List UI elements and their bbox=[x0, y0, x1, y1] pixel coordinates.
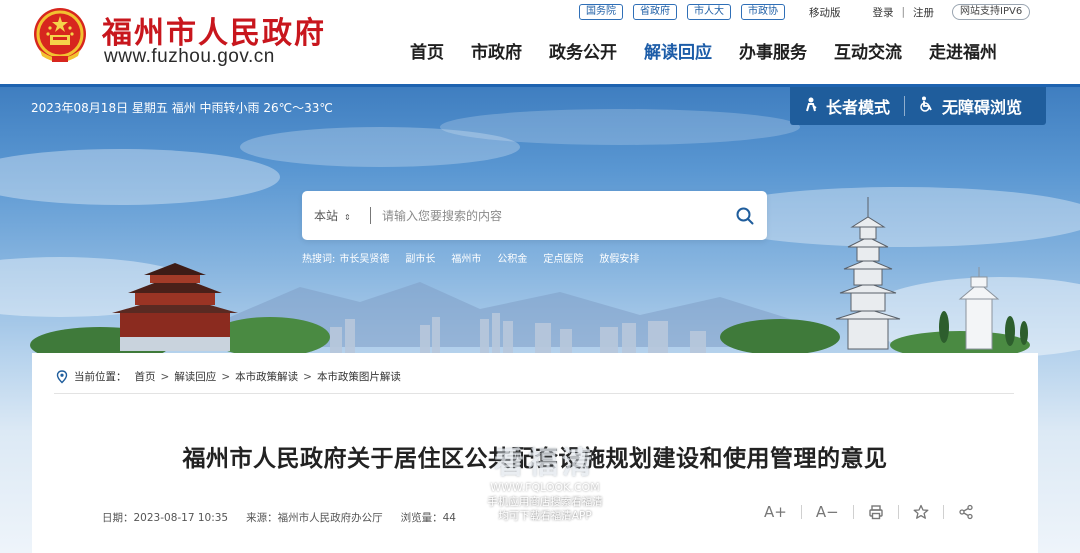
nav-interaction[interactable]: 互动交流 bbox=[834, 40, 902, 66]
hot-word[interactable]: 放假安排 bbox=[599, 250, 639, 265]
breadcrumb: 当前位置： 首页 > 解读回应 > 本市政策解读 > 本市政策图片解读 bbox=[56, 369, 401, 384]
site-header: 福州市人民政府 www.fuzhou.gov.cn 国务院 省政府 市人大 市政… bbox=[0, 0, 1080, 84]
hot-word[interactable]: 公积金 bbox=[497, 250, 527, 265]
hot-word[interactable]: 副市长 bbox=[405, 250, 435, 265]
tool-divider bbox=[852, 505, 854, 519]
search-box: 本站 ⇕ bbox=[302, 191, 767, 240]
nav-interpretation[interactable]: 解读回应 bbox=[644, 40, 712, 66]
link-cppcc[interactable]: 市政协 bbox=[741, 4, 785, 20]
register-link[interactable]: 注册 bbox=[913, 5, 934, 20]
article-meta: 日期：2023-08-17 10:35 来源：福州市人民政府办公厅 浏览量：44 bbox=[102, 510, 474, 525]
top-links: 国务院 省政府 市人大 市政协 移动版 登录 | 注册 网站支持IPV6 bbox=[579, 3, 1031, 21]
breadcrumb-separator: > bbox=[221, 370, 231, 383]
breadcrumb-interpretation[interactable]: 解读回应 bbox=[174, 369, 216, 384]
hot-word[interactable]: 定点医院 bbox=[543, 250, 583, 265]
breadcrumb-picture-interpretation[interactable]: 本市政策图片解读 bbox=[317, 369, 401, 384]
elder-mode-button[interactable]: 长者模式 bbox=[790, 87, 904, 125]
login-link[interactable]: 登录 bbox=[873, 5, 894, 20]
nav-services[interactable]: 办事服务 bbox=[739, 40, 807, 66]
site-url[interactable]: www.fuzhou.gov.cn bbox=[104, 46, 275, 68]
hot-search-words: 热搜词: 市长吴贤德 副市长 福州市 公积金 定点医院 放假安排 bbox=[302, 250, 655, 265]
article-title: 福州市人民政府关于居住区公共配套设施规划建设和使用管理的意见 bbox=[182, 446, 888, 472]
hot-search-label: 热搜词: bbox=[302, 254, 336, 265]
share-button[interactable] bbox=[958, 504, 974, 520]
search-scope-value: 本站 bbox=[314, 209, 339, 223]
search-icon bbox=[736, 207, 754, 225]
favorite-button[interactable] bbox=[913, 504, 929, 520]
share-icon bbox=[959, 504, 973, 520]
barrier-free-button[interactable]: 无障碍浏览 bbox=[905, 87, 1036, 125]
search-divider bbox=[370, 207, 371, 224]
elder-icon bbox=[804, 97, 818, 116]
nav-gov-affairs[interactable]: 政务公开 bbox=[549, 40, 617, 66]
location-pin-icon bbox=[56, 369, 68, 383]
link-separator: | bbox=[901, 6, 906, 18]
breadcrumb-separator: > bbox=[160, 370, 170, 383]
ipv6-badge: 网站支持IPV6 bbox=[952, 4, 1031, 20]
article-views: 浏览量：44 bbox=[400, 512, 456, 524]
nav-home[interactable]: 首页 bbox=[410, 40, 444, 66]
font-larger-button[interactable]: A+ bbox=[764, 503, 787, 521]
hero-banner: 2023年08月18日 星期五 福州 中雨转小雨 26℃～33℃ 长者模式 无障… bbox=[0, 87, 1080, 553]
link-peoples-congress[interactable]: 市人大 bbox=[687, 4, 731, 20]
tool-divider bbox=[800, 505, 802, 519]
search-input[interactable] bbox=[382, 203, 722, 228]
tool-divider bbox=[942, 505, 944, 519]
hot-word[interactable]: 福州市 bbox=[451, 250, 481, 265]
breadcrumb-divider bbox=[54, 393, 1014, 394]
breadcrumb-separator: > bbox=[303, 370, 312, 383]
breadcrumb-policy-interpretation[interactable]: 本市政策解读 bbox=[235, 369, 298, 384]
article-card: 当前位置： 首页 > 解读回应 > 本市政策解读 > 本市政策图片解读 福州市人… bbox=[32, 353, 1038, 553]
print-icon bbox=[868, 505, 883, 520]
nav-about-fuzhou[interactable]: 走进福州 bbox=[929, 40, 997, 66]
search-scope-select[interactable]: 本站 ⇕ bbox=[314, 207, 351, 224]
article-date: 日期：2023-08-17 10:35 bbox=[102, 512, 229, 524]
wheelchair-icon bbox=[919, 96, 934, 116]
article-tools: A+ A− bbox=[764, 503, 974, 521]
elder-mode-label: 长者模式 bbox=[826, 98, 891, 117]
breadcrumb-home[interactable]: 首页 bbox=[135, 369, 156, 384]
article-source: 来源：福州市人民政府办公厅 bbox=[246, 512, 383, 524]
sort-arrows-icon: ⇕ bbox=[344, 213, 351, 222]
font-smaller-button[interactable]: A− bbox=[816, 503, 839, 521]
breadcrumb-label: 当前位置： bbox=[74, 371, 127, 383]
nav-city-gov[interactable]: 市政府 bbox=[471, 40, 522, 66]
link-state-council[interactable]: 国务院 bbox=[579, 4, 623, 20]
main-nav: 首页 市政府 政务公开 解读回应 办事服务 互动交流 走进福州 bbox=[410, 40, 997, 66]
date-weather-info: 2023年08月18日 星期五 福州 中雨转小雨 26℃～33℃ bbox=[31, 101, 333, 115]
star-icon bbox=[913, 504, 929, 519]
mobile-version-link[interactable]: 移动版 bbox=[809, 5, 841, 20]
print-button[interactable] bbox=[868, 504, 884, 520]
link-provincial-gov[interactable]: 省政府 bbox=[633, 4, 677, 20]
accessibility-bar: 长者模式 无障碍浏览 bbox=[790, 87, 1046, 125]
hot-word[interactable]: 市长吴贤德 bbox=[339, 250, 389, 265]
search-button[interactable] bbox=[734, 205, 756, 227]
national-emblem-icon[interactable] bbox=[32, 6, 88, 68]
barrier-free-label: 无障碍浏览 bbox=[942, 98, 1023, 117]
tool-divider bbox=[897, 505, 899, 519]
